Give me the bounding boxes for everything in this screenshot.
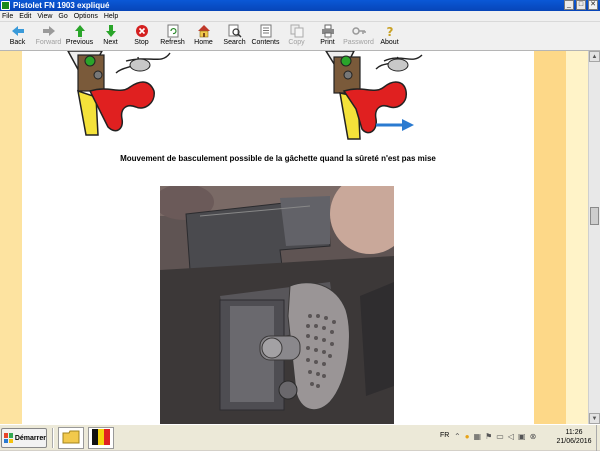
svg-text:?: ? <box>386 25 393 38</box>
about-button[interactable]: ? About <box>374 22 405 50</box>
show-desktop-button[interactable] <box>596 425 600 451</box>
volume-icon[interactable]: ◁ <box>508 432 514 442</box>
vertical-scrollbar[interactable]: ▲ ▼ <box>588 51 600 424</box>
copy-label: Copy <box>288 39 305 46</box>
show-hidden-icons-icon[interactable]: ⌃ <box>454 432 461 442</box>
scroll-down-arrow[interactable]: ▼ <box>589 413 600 424</box>
arrow-up-icon <box>73 24 87 38</box>
window-title: Pistolet FN 1903 expliqué <box>13 1 110 10</box>
print-label: Print <box>320 39 335 46</box>
stop-label: Stop <box>134 39 149 46</box>
home-button[interactable]: Home <box>188 22 219 50</box>
password-label: Password <box>343 39 374 46</box>
taskbar-explorer-button[interactable] <box>58 427 84 449</box>
clock-time: 11:26 <box>565 429 583 436</box>
figure-caption: Mouvement de basculement possible de la … <box>120 154 436 163</box>
security-icon[interactable]: ⊗ <box>530 432 537 442</box>
arrow-down-icon <box>104 24 118 38</box>
trigger-diagram-left <box>67 51 171 136</box>
taskbar: Démarrer FR ⌃ ● ▦ ⚑ ▭ ◁ ▣ ⊗ 11:26 21/06/… <box>0 424 600 451</box>
contents-button[interactable]: Contents <box>250 22 281 50</box>
refresh-label: Refresh <box>160 39 185 46</box>
forward-label: Forward <box>35 39 62 46</box>
taskbar-separator <box>52 428 54 448</box>
arrow-left-icon <box>11 24 25 38</box>
next-button[interactable]: Next <box>95 22 126 50</box>
copy-button[interactable]: Copy <box>281 22 312 50</box>
refresh-icon <box>166 24 180 38</box>
clock[interactable]: 11:26 21/06/2016 <box>552 428 596 446</box>
menu-view[interactable]: View <box>37 13 52 20</box>
scroll-thumb[interactable] <box>590 207 599 225</box>
update-icon[interactable]: ● <box>465 432 470 442</box>
about-label: About <box>380 39 399 46</box>
network-icon[interactable]: ▦ <box>474 432 482 442</box>
clock-date: 21/06/2016 <box>556 438 592 445</box>
maximize-button[interactable]: □ <box>576 0 586 10</box>
home-icon <box>197 24 211 38</box>
copy-icon <box>290 24 304 38</box>
menu-file[interactable]: File <box>2 13 13 20</box>
language-indicator[interactable]: FR <box>440 432 449 439</box>
monitor-icon[interactable]: ▣ <box>518 432 526 442</box>
belgian-flag-icon <box>92 428 110 448</box>
stop-button[interactable]: Stop <box>126 22 157 50</box>
back-button[interactable]: Back <box>2 22 33 50</box>
password-button[interactable]: Password <box>343 22 374 50</box>
refresh-button[interactable]: Refresh <box>157 22 188 50</box>
search-label: Search <box>223 39 246 46</box>
forward-button[interactable]: Forward <box>33 22 64 50</box>
key-icon <box>351 24 366 38</box>
system-tray: FR ⌃ ● ▦ ⚑ ▭ ◁ ▣ ⊗ 11:26 21/06/2016 <box>432 425 600 451</box>
print-button[interactable]: Print <box>312 22 343 50</box>
windows-logo-icon <box>4 433 13 443</box>
left-margin-strip <box>0 51 22 424</box>
close-button[interactable]: ✕ <box>588 0 598 10</box>
scroll-up-arrow[interactable]: ▲ <box>589 51 600 62</box>
next-label: Next <box>103 39 118 46</box>
contents-icon <box>259 24 273 38</box>
battery-icon[interactable]: ▭ <box>496 432 504 442</box>
help-icon: ? <box>383 24 397 38</box>
previous-button[interactable]: Previous <box>64 22 95 50</box>
menu-go[interactable]: Go <box>58 13 67 20</box>
taskbar-help-viewer-button[interactable] <box>88 427 114 449</box>
arrow-right-icon <box>42 24 56 38</box>
mechanism-photo <box>160 186 394 424</box>
contents-label: Contents <box>251 39 280 46</box>
folder-icon <box>62 430 80 447</box>
menu-help[interactable]: Help <box>104 13 118 20</box>
right-margin-strip <box>534 51 588 424</box>
start-label: Démarrer <box>14 434 46 442</box>
menu-edit[interactable]: Edit <box>19 13 31 20</box>
previous-label: Previous <box>65 39 94 46</box>
search-button[interactable]: Search <box>219 22 250 50</box>
app-icon <box>1 1 10 10</box>
title-bar: Pistolet FN 1903 expliqué _ □ ✕ <box>0 0 600 11</box>
document-view[interactable]: Mouvement de basculement possible de la … <box>0 51 588 424</box>
minimize-button[interactable]: _ <box>564 0 574 10</box>
start-button[interactable]: Démarrer <box>1 428 47 448</box>
trigger-diagram-right <box>325 51 423 140</box>
print-icon <box>321 24 335 38</box>
menu-options[interactable]: Options <box>74 13 98 20</box>
action-center-icon[interactable]: ⚑ <box>485 432 492 442</box>
toolbar: Back Forward Previous Next Stop Refresh <box>0 22 600 51</box>
back-label: Back <box>9 39 26 46</box>
home-label: Home <box>194 39 213 46</box>
menu-bar: File Edit View Go Options Help <box>0 11 600 22</box>
search-icon <box>228 24 242 38</box>
stop-icon <box>135 24 149 38</box>
